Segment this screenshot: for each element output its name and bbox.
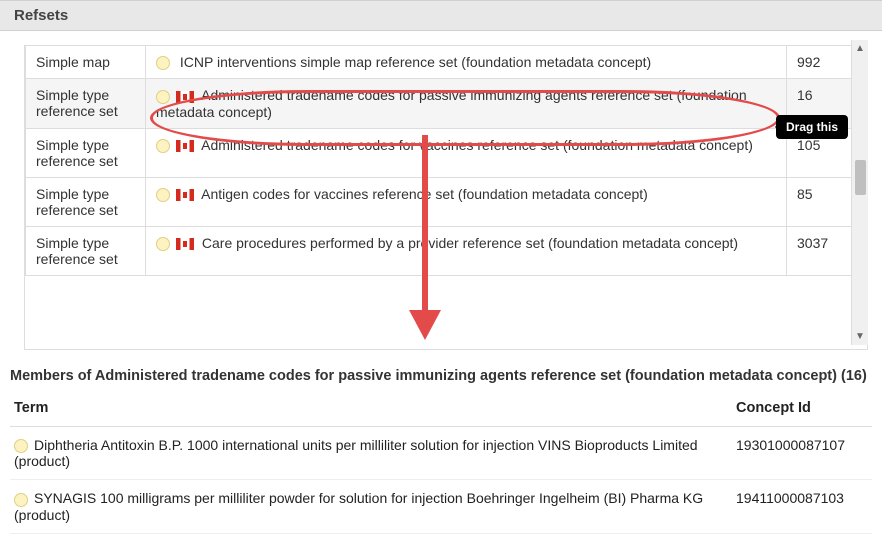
table-row[interactable]: Simple type reference set Administered t… [26, 79, 867, 128]
refset-name-cell: Care procedures performed by a provider … [146, 226, 787, 275]
scroll-thumb[interactable] [855, 160, 866, 195]
refset-name-text: Care procedures performed by a provider … [198, 235, 738, 251]
refset-name-cell: Administered tradename codes for passive… [146, 79, 787, 128]
refset-name-cell: ICNP interventions simple map reference … [146, 46, 787, 79]
member-concept-id-cell: 19411000087103 [732, 480, 872, 533]
refset-type-cell: Simple map [26, 46, 146, 79]
refset-type-cell: Simple type reference set [26, 177, 146, 226]
members-col-concept-id[interactable]: Concept Id [732, 394, 872, 427]
drag-this-tooltip: Drag this [776, 115, 848, 139]
canada-flag-icon [176, 140, 194, 152]
members-table: Term Concept Id Diphtheria Antitoxin B.P… [10, 394, 872, 534]
refset-type-cell: Simple type reference set [26, 226, 146, 275]
refsets-table: Simple map ICNP interventions simple map… [25, 45, 867, 276]
members-header-row: Term Concept Id [10, 394, 872, 427]
members-header: Members of Administered tradename codes … [10, 368, 872, 384]
refsets-panel: Simple map ICNP interventions simple map… [24, 45, 868, 350]
refsets-scroll[interactable]: Simple map ICNP interventions simple map… [25, 45, 867, 349]
member-term-text: SYNAGIS 100 milligrams per milliliter po… [14, 490, 703, 522]
concept-dot-icon [156, 237, 170, 251]
members-col-term[interactable]: Term [10, 394, 732, 427]
canada-flag-icon [176, 189, 194, 201]
table-row[interactable]: Simple type reference set Antigen codes … [26, 177, 867, 226]
table-row[interactable]: Diphtheria Antitoxin B.P. 1000 internati… [10, 427, 872, 480]
scroll-up-icon[interactable]: ▲ [852, 40, 868, 57]
scroll-down-icon[interactable]: ▼ [852, 328, 868, 345]
concept-dot-icon [156, 188, 170, 202]
refset-type-cell: Simple type reference set [26, 79, 146, 128]
refset-name-text: Administered tradename codes for passive… [156, 87, 747, 119]
refset-name-cell: Antigen codes for vaccines reference set… [146, 177, 787, 226]
scrollbar[interactable]: ▲ ▼ [851, 40, 868, 345]
table-row[interactable]: SYNAGIS 100 milligrams per milliliter po… [10, 480, 872, 533]
table-row[interactable]: Simple map ICNP interventions simple map… [26, 46, 867, 79]
refset-name-text: Antigen codes for vaccines reference set… [198, 186, 648, 202]
table-row[interactable]: Simple type reference set Care procedure… [26, 226, 867, 275]
concept-dot-icon [14, 493, 28, 507]
member-term-text: Diphtheria Antitoxin B.P. 1000 internati… [14, 437, 698, 469]
canada-flag-icon [176, 91, 194, 103]
concept-dot-icon [14, 439, 28, 453]
refset-name-text: ICNP interventions simple map reference … [176, 54, 651, 70]
refset-type-cell: Simple type reference set [26, 128, 146, 177]
refsets-header: Refsets [0, 0, 882, 31]
concept-dot-icon [156, 56, 170, 70]
refset-name-text: Administered tradename codes for vaccine… [198, 137, 753, 153]
canada-flag-icon [176, 238, 194, 250]
refset-name-cell: Administered tradename codes for vaccine… [146, 128, 787, 177]
concept-dot-icon [156, 90, 170, 104]
concept-dot-icon [156, 139, 170, 153]
table-row[interactable]: Simple type reference set Administered t… [26, 128, 867, 177]
member-term-cell: SYNAGIS 100 milligrams per milliliter po… [10, 480, 732, 533]
member-term-cell: Diphtheria Antitoxin B.P. 1000 internati… [10, 427, 732, 480]
member-concept-id-cell: 19301000087107 [732, 427, 872, 480]
